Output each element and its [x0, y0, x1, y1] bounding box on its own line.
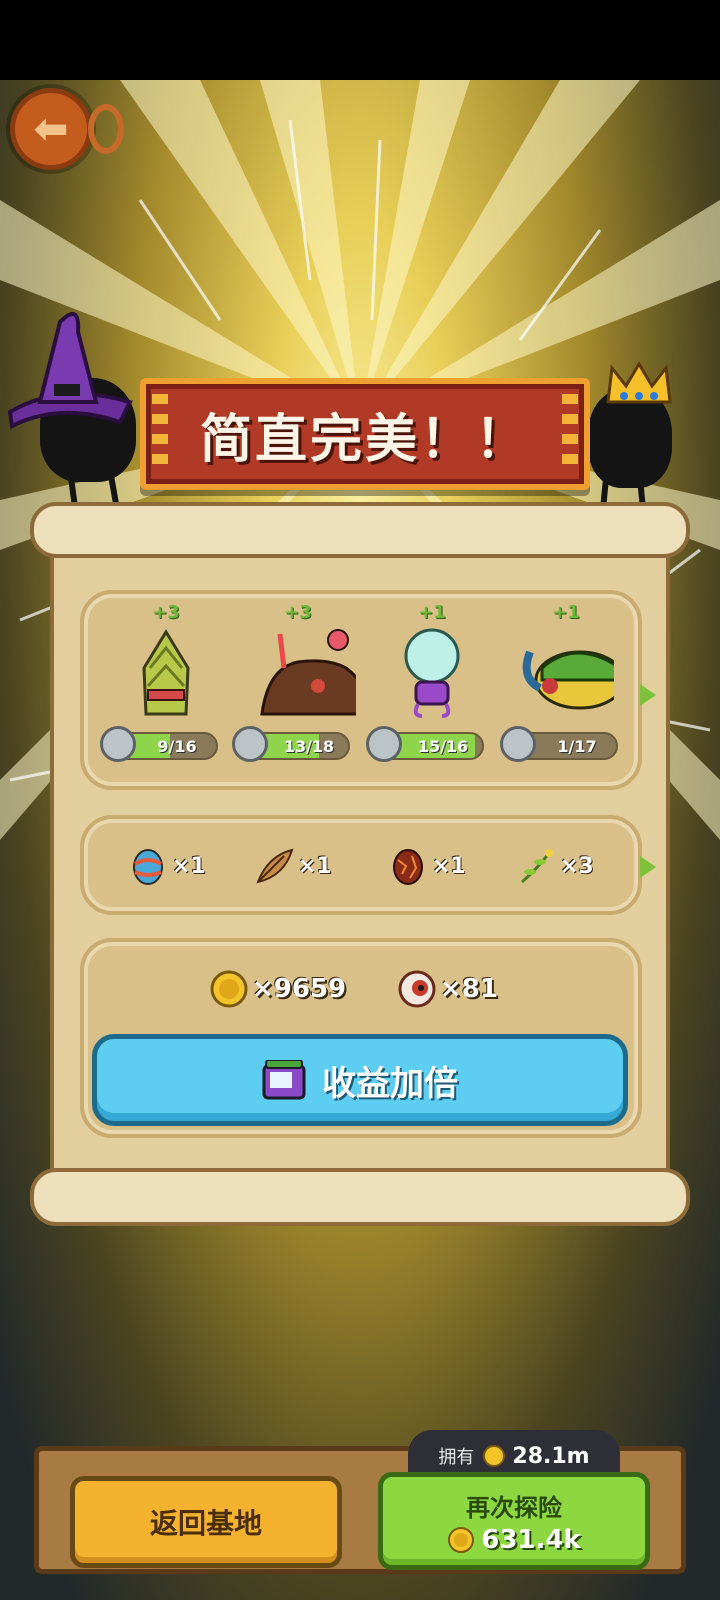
explore-again-label: 再次探险 — [466, 1493, 562, 1522]
explore-again-button[interactable]: 再次探险 631.4k — [378, 1472, 650, 1570]
witch-hat-icon — [7, 312, 133, 430]
monster-card[interactable]: +1 1/17 — [500, 600, 626, 790]
bamboo-shoot-monster-icon — [142, 629, 190, 716]
monster-bonus: +3 — [152, 602, 180, 623]
beetle-monster-icon — [522, 650, 614, 710]
coin-icon — [448, 1526, 475, 1553]
chocolate-candy-monster-icon — [260, 629, 356, 716]
monster-bonus: +1 — [418, 602, 446, 623]
owned-value: 28.1m — [512, 1443, 590, 1469]
game-screen: ⬅ 简直完美！！ +3 9/16 +3 13/18 +1 15/16 +1 1/… — [0, 0, 720, 1600]
item-qty: ×1 — [432, 853, 466, 879]
crown-icon — [606, 362, 672, 404]
status-bar — [0, 0, 720, 80]
explore-again-cost-value: 631.4k — [481, 1524, 581, 1555]
monster-card[interactable]: +1 15/16 — [366, 600, 492, 790]
item-slot[interactable]: ×3 — [516, 836, 594, 896]
item-next-arrow-icon[interactable] — [640, 856, 656, 878]
back-button[interactable]: ⬅ — [10, 88, 92, 170]
coin-icon — [210, 970, 248, 1008]
monster-bonus: +3 — [284, 602, 312, 623]
coin-icon — [483, 1445, 506, 1467]
eyeball-reward-qty: ×81 — [440, 974, 498, 1004]
monster-progress-text: 15/16 — [417, 736, 469, 756]
herb-sprig-icon — [521, 849, 553, 884]
item-qty: ×3 — [560, 853, 594, 879]
scroll-bottom-roll — [30, 1168, 690, 1226]
eyeball-reward: ×81 — [398, 970, 498, 1008]
coin-reward-qty: ×9659 — [252, 974, 347, 1004]
back-ring-decoration — [88, 104, 124, 154]
explore-again-cost: 631.4k — [447, 1525, 581, 1555]
item-slot[interactable]: ×1 — [128, 836, 206, 896]
monster-card[interactable]: +3 13/18 — [232, 600, 358, 790]
return-base-label: 返回基地 — [149, 1507, 262, 1540]
result-banner: 简直完美！！ — [140, 378, 590, 490]
monster-progress-text: 9/16 — [157, 736, 197, 756]
double-reward-label: 收益加倍 — [322, 1063, 458, 1104]
monster-card[interactable]: +3 9/16 — [100, 600, 226, 790]
scroll-top-roll — [30, 502, 690, 558]
monster-progress-text: 13/18 — [283, 736, 335, 756]
back-arrow-icon: ⬅ — [33, 104, 69, 153]
item-qty: ×1 — [172, 853, 206, 879]
owned-label: 拥有 — [438, 1447, 475, 1468]
item-slot[interactable]: ×1 — [388, 836, 466, 896]
painted-egg-icon — [133, 849, 163, 885]
coin-reward: ×9659 — [210, 970, 346, 1008]
eyeball-icon — [398, 970, 436, 1008]
monster-next-arrow-icon[interactable] — [640, 684, 656, 706]
skull-icon — [366, 726, 402, 762]
banner-title: 简直完美！！ — [199, 409, 530, 470]
tv-ad-icon — [262, 1060, 306, 1100]
feather-icon — [256, 848, 294, 884]
skull-icon — [500, 726, 536, 762]
double-reward-button[interactable]: 收益加倍 — [92, 1034, 628, 1126]
monster-progress-text: 1/17 — [557, 736, 597, 756]
lightbulb-monster-icon — [404, 628, 460, 718]
return-base-button[interactable]: 返回基地 — [70, 1476, 342, 1568]
item-slot[interactable]: ×1 — [254, 836, 332, 896]
lava-egg-icon — [393, 849, 423, 885]
skull-icon — [232, 726, 268, 762]
monster-bonus: +1 — [552, 602, 580, 623]
skull-icon — [100, 726, 136, 762]
item-qty: ×1 — [298, 853, 332, 879]
